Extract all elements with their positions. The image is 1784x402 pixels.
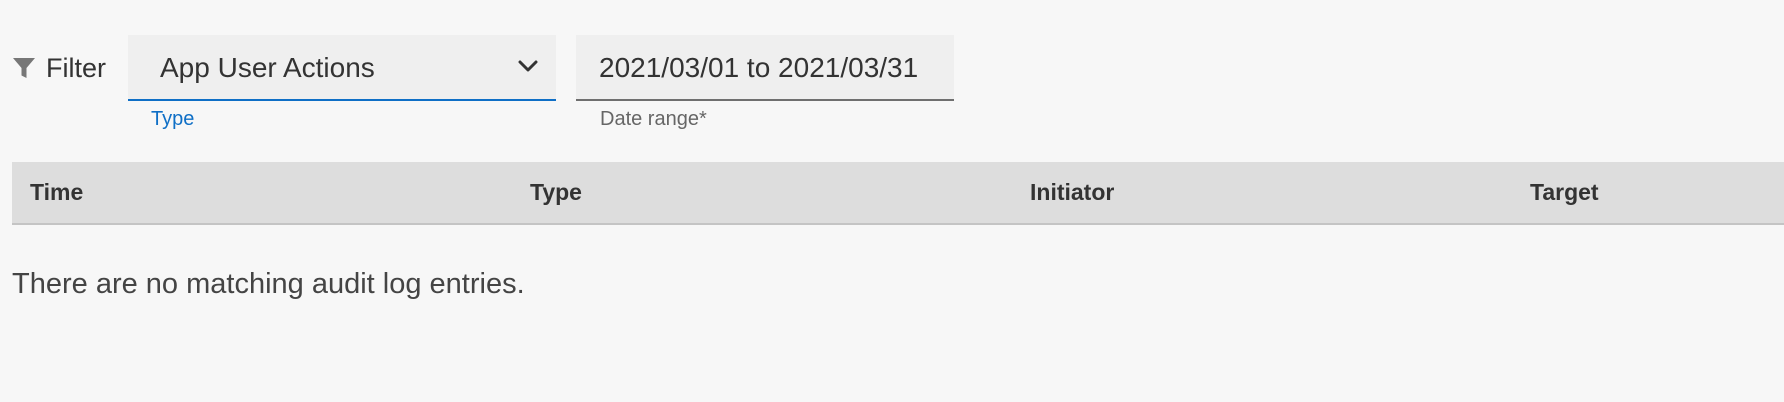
type-select[interactable]: App User Actions: [128, 35, 556, 101]
column-header-time[interactable]: Time: [30, 162, 83, 223]
date-range-field[interactable]: 2021/03/01 to 2021/03/31: [576, 35, 954, 101]
column-header-target[interactable]: Target: [1530, 162, 1599, 223]
column-header-initiator[interactable]: Initiator: [1030, 162, 1114, 223]
type-select-value: App User Actions: [160, 52, 375, 83]
chevron-down-icon: [518, 59, 538, 80]
column-header-type[interactable]: Type: [530, 162, 582, 223]
empty-state-message: There are no matching audit log entries.: [12, 268, 525, 300]
funnel-icon: [12, 56, 36, 80]
date-range-caption: Date range*: [600, 108, 707, 130]
table-header: Time Type Initiator Target: [12, 162, 1784, 225]
type-caption: Type: [151, 108, 195, 130]
filter-label: Filter: [46, 52, 106, 83]
date-range-value: 2021/03/01 to 2021/03/31: [599, 52, 919, 83]
filter-label-group: Filter: [12, 50, 106, 86]
audit-log-page: Filter App User Actions Type 2021/03/01 …: [0, 0, 1784, 402]
